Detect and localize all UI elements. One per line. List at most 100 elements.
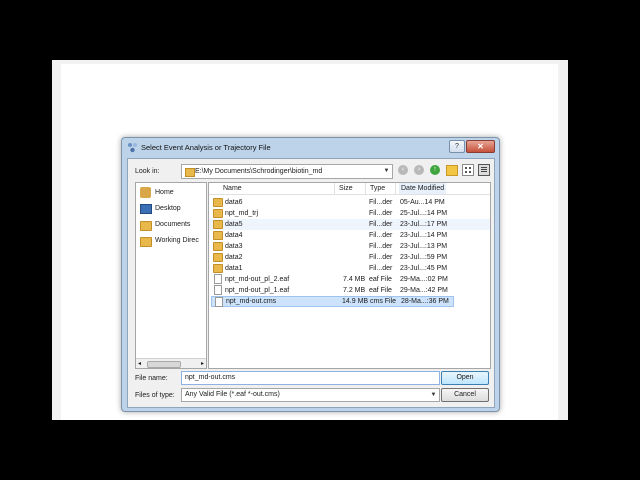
- scroll-left-icon[interactable]: ◂: [138, 360, 141, 367]
- detail-view-button[interactable]: [478, 164, 490, 176]
- back-button[interactable]: ‹: [398, 165, 408, 175]
- file-row[interactable]: npt_md_trj Fil...der 25-Jul...:14 PM: [209, 208, 490, 219]
- file-type: Fil...der: [369, 265, 393, 272]
- file-size: 7.4 MB: [343, 276, 366, 283]
- file-date: 23-Jul...:59 PM: [400, 254, 448, 261]
- file-date: 28-Ma...:36 PM: [401, 298, 449, 305]
- sidebar-item-label: Documents: [155, 221, 191, 228]
- file-type: eaf File: [369, 287, 392, 294]
- places-sidebar: Home Desktop Documents Working Direc ◂ ▸: [135, 182, 207, 369]
- close-button[interactable]: ✕: [466, 140, 495, 153]
- file-row[interactable]: npt_md-out_pl_1.eaf 7.2 MB eaf File 29-M…: [209, 285, 490, 296]
- file-type: Fil...der: [369, 221, 393, 228]
- file-name: data4: [225, 232, 243, 239]
- sidebar-item-label: Working Direc: [155, 237, 199, 244]
- folder-icon: [213, 231, 223, 240]
- file-name: npt_md-out_pl_2.eaf: [225, 276, 290, 283]
- column-name[interactable]: Name: [223, 185, 242, 192]
- column-divider[interactable]: [365, 183, 366, 194]
- file-date: 23-Jul...:13 PM: [400, 243, 448, 250]
- file-name: data2: [225, 254, 243, 261]
- file-row-selected[interactable]: npt_md-out.cms 14.9 MB cms File 28-Ma...…: [211, 296, 454, 307]
- folder-icon: [213, 209, 223, 218]
- file-icon: [215, 297, 223, 307]
- look-in-path: E:\My Documents\Schrodinger\biotin_md: [195, 168, 323, 175]
- up-folder-button[interactable]: ↑: [430, 165, 440, 175]
- file-type: Fil...der: [369, 232, 393, 239]
- file-row[interactable]: npt_md-out_pl_2.eaf 7.4 MB eaf File 29-M…: [209, 274, 490, 285]
- cancel-button[interactable]: Cancel: [441, 388, 489, 402]
- sidebar-item-label: Home: [155, 189, 174, 196]
- file-row[interactable]: data4 Fil...der 23-Jul...:14 PM: [209, 230, 490, 241]
- file-row[interactable]: data6 Fil...der 05-Au...14 PM: [209, 197, 490, 208]
- file-row[interactable]: data2 Fil...der 23-Jul...:59 PM: [209, 252, 490, 263]
- file-icon: [214, 285, 222, 295]
- folder-icon: [213, 220, 223, 229]
- file-name: data3: [225, 243, 243, 250]
- file-type: Fil...der: [369, 210, 393, 217]
- scroll-right-icon[interactable]: ▸: [201, 360, 204, 367]
- look-in-combo[interactable]: E:\My Documents\Schrodinger\biotin_md ▼: [181, 164, 393, 179]
- chevron-down-icon[interactable]: ▼: [428, 389, 439, 402]
- app-icon: [128, 143, 137, 153]
- desktop-icon: [140, 204, 152, 214]
- file-name: data5: [225, 221, 243, 228]
- file-size: 14.9 MB: [342, 298, 369, 305]
- file-date: 23-Jul...:17 PM: [400, 221, 448, 228]
- column-date-modified[interactable]: Date Modified: [399, 183, 447, 194]
- file-name: data6: [225, 199, 243, 206]
- file-type-label: Files of type:: [135, 392, 175, 399]
- file-type: cms File: [370, 298, 397, 305]
- folder-icon: [213, 242, 223, 251]
- column-type[interactable]: Type: [370, 185, 385, 192]
- file-name-input[interactable]: npt_md-out.cms: [181, 371, 440, 385]
- dialog-body: Look in: E:\My Documents\Schrodinger\bio…: [127, 158, 495, 408]
- column-divider[interactable]: [395, 183, 396, 194]
- file-type: Fil...der: [369, 199, 393, 206]
- sidebar-item-label: Desktop: [155, 205, 181, 212]
- help-button[interactable]: ?: [449, 140, 465, 153]
- file-name: npt_md_trj: [225, 210, 259, 217]
- file-name-label: File name:: [135, 375, 168, 382]
- file-date: 23-Jul...:45 PM: [400, 265, 448, 272]
- file-type-value: Any Valid File (*.eaf *-out.cms): [185, 391, 280, 398]
- file-list: Name Size Type Date Modified data6 Fil..…: [208, 182, 491, 369]
- title-bar[interactable]: Select Event Analysis or Trajectory File…: [122, 138, 499, 158]
- file-row[interactable]: data1 Fil...der 23-Jul...:45 PM: [209, 263, 490, 274]
- folder-icon: [213, 198, 223, 207]
- file-name: npt_md-out.cms: [226, 298, 277, 305]
- column-divider[interactable]: [334, 183, 335, 194]
- list-view-button[interactable]: [462, 164, 474, 176]
- home-icon: [140, 187, 151, 198]
- file-icon: [214, 274, 222, 284]
- file-row[interactable]: data3 Fil...der 23-Jul...:13 PM: [209, 241, 490, 252]
- file-type: eaf File: [369, 276, 392, 283]
- sidebar-scrollbar[interactable]: ◂ ▸: [136, 358, 206, 368]
- file-name-value: npt_md-out.cms: [185, 374, 236, 381]
- forward-button[interactable]: ›: [414, 165, 424, 175]
- file-type: Fil...der: [369, 243, 393, 250]
- file-name: data1: [225, 265, 243, 272]
- file-dialog: Select Event Analysis or Trajectory File…: [121, 137, 500, 412]
- folder-icon: [140, 237, 152, 247]
- chevron-down-icon[interactable]: ▼: [381, 165, 392, 178]
- scroll-thumb[interactable]: [147, 361, 181, 368]
- file-size: 7.2 MB: [343, 287, 366, 294]
- file-type-select[interactable]: Any Valid File (*.eaf *-out.cms) ▼: [181, 388, 440, 402]
- new-folder-button[interactable]: [446, 165, 458, 176]
- file-type: Fil...der: [369, 254, 393, 261]
- folder-icon: [213, 264, 223, 273]
- folder-icon: [213, 253, 223, 262]
- column-size[interactable]: Size: [339, 185, 353, 192]
- folder-icon: [140, 221, 152, 231]
- dialog-title: Select Event Analysis or Trajectory File: [141, 143, 271, 152]
- file-date: 25-Jul...:14 PM: [400, 210, 448, 217]
- file-list-header: Name Size Type Date Modified: [209, 183, 490, 195]
- file-date: 05-Au...14 PM: [400, 199, 445, 206]
- file-date: 29-Ma...:02 PM: [400, 276, 448, 283]
- file-date: 23-Jul...:14 PM: [400, 232, 448, 239]
- file-name: npt_md-out_pl_1.eaf: [225, 287, 290, 294]
- open-button[interactable]: Open: [441, 371, 489, 385]
- file-row[interactable]: data5 Fil...der 23-Jul...:17 PM: [209, 219, 490, 230]
- file-date: 29-Ma...:42 PM: [400, 287, 448, 294]
